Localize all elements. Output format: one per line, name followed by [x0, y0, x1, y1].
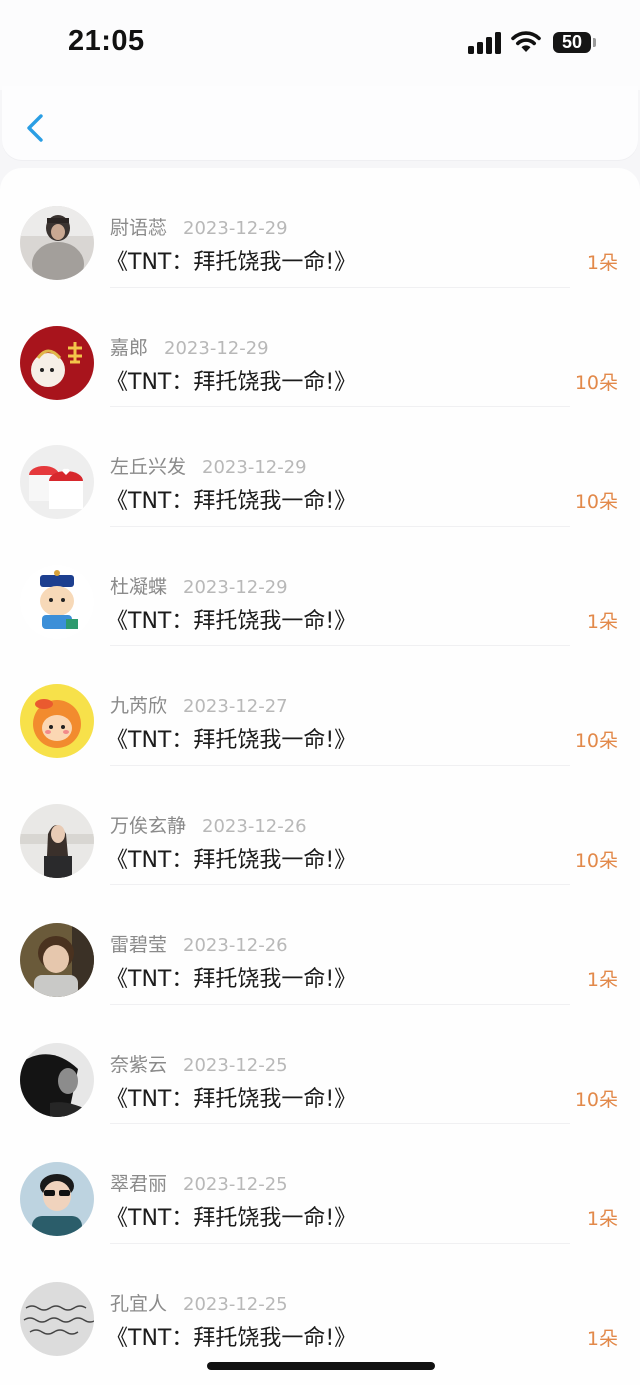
flower-count: 1朵	[586, 1208, 618, 1230]
gift-date: 2023-12-25	[183, 1293, 288, 1315]
book-title: 《TNT：拜托饶我一命!》	[106, 489, 357, 514]
list-item[interactable]: 奈紫云 2023-12-25 《TNT：拜托饶我一命!》 10朵	[0, 1005, 640, 1124]
avatar[interactable]	[20, 206, 94, 280]
book-title: 《TNT：拜托饶我一命!》	[106, 1325, 357, 1351]
battery-cap	[593, 38, 596, 47]
list-item[interactable]: 九芮欣 2023-12-27 《TNT：拜托饶我一命!》 10朵	[0, 646, 640, 766]
sender-name: 尉语蕊 2023-12-29	[110, 217, 288, 239]
status-bar: 21:05 50	[0, 0, 640, 90]
avatar[interactable]	[20, 1162, 94, 1236]
gift-date: 2023-12-26	[202, 815, 307, 837]
book-title: 《TNT：拜托饶我一命!》	[106, 1086, 357, 1112]
list-item[interactable]: 翠君丽 2023-12-25 《TNT：拜托饶我一命!》 1朵	[0, 1124, 640, 1244]
sender-name: 奈紫云 2023-12-25	[110, 1053, 288, 1076]
sender-name: 左丘兴发 2023-12-29	[110, 456, 307, 478]
gift-list: 尉语蕊 2023-12-29 《TNT：拜托饶我一命!》 1朵 嘉郎 2023-12…	[0, 168, 640, 1385]
sender-name: 嘉郎 2023-12-29	[110, 336, 269, 359]
gift-date: 2023-12-29	[202, 457, 307, 478]
flower-count: 10朵	[574, 371, 618, 394]
status-time: 21:05	[68, 25, 145, 57]
sender-name: 孔宜人 2023-12-25	[110, 1292, 288, 1315]
navigation-bar	[2, 86, 638, 160]
avatar[interactable]	[20, 1042, 94, 1117]
flower-count: 1朵	[586, 1327, 618, 1350]
sender-name: 翠君丽 2023-12-25	[110, 1173, 288, 1195]
book-title: 《TNT：拜托饶我一命!》	[106, 369, 357, 395]
sender-name: 雷碧莹 2023-12-26	[110, 934, 288, 956]
book-title: 《TNT：拜托饶我一命!》	[106, 608, 357, 634]
sender-name: 杜凝蝶 2023-12-29	[110, 575, 288, 598]
avatar[interactable]	[20, 923, 94, 997]
gift-date: 2023-12-25	[183, 1174, 288, 1195]
sender-name: 九芮欣 2023-12-27	[110, 695, 288, 717]
gift-date: 2023-12-26	[183, 935, 288, 956]
sender-name: 万俟玄静 2023-12-26	[110, 814, 307, 837]
list-item[interactable]: 尉语蕊 2023-12-29 《TNT：拜托饶我一命!》 1朵	[0, 168, 640, 288]
battery-level: 50	[553, 32, 591, 53]
flower-count: 10朵	[574, 1088, 618, 1111]
book-title: 《TNT：拜托饶我一命!》	[106, 250, 357, 275]
gift-date: 2023-12-29	[164, 337, 269, 359]
list-item[interactable]: 嘉郎 2023-12-29 《TNT：拜托饶我一命!》 10朵	[0, 288, 640, 407]
gift-date: 2023-12-29	[183, 576, 288, 598]
book-title: 《TNT：拜托饶我一命!》	[106, 728, 357, 753]
flower-count: 10朵	[574, 491, 618, 513]
list-item[interactable]: 雷碧莹 2023-12-26 《TNT：拜托饶我一命!》 1朵	[0, 885, 640, 1005]
book-title: 《TNT：拜托饶我一命!》	[106, 1206, 357, 1231]
gift-date: 2023-12-25	[183, 1054, 288, 1076]
avatar[interactable]	[20, 564, 94, 639]
wifi-icon	[511, 31, 541, 52]
avatar[interactable]	[20, 803, 94, 878]
list-item[interactable]: 杜凝蝶 2023-12-29 《TNT：拜托饶我一命!》 1朵	[0, 527, 640, 646]
flower-count: 10朵	[574, 849, 618, 872]
avatar[interactable]	[20, 445, 94, 519]
book-title: 《TNT：拜托饶我一命!》	[106, 847, 357, 873]
back-button[interactable]	[22, 108, 52, 148]
cellular-signal-icon	[468, 32, 501, 54]
flower-count: 1朵	[586, 252, 618, 274]
avatar[interactable]	[20, 1281, 94, 1356]
flower-count: 1朵	[586, 969, 618, 991]
avatar[interactable]	[20, 684, 94, 758]
gift-date: 2023-12-29	[183, 218, 288, 239]
list-item[interactable]: 左丘兴发 2023-12-29 《TNT：拜托饶我一命!》 10朵	[0, 407, 640, 527]
list-item[interactable]: 万俟玄静 2023-12-26 《TNT：拜托饶我一命!》 10朵	[0, 766, 640, 885]
book-title: 《TNT：拜托饶我一命!》	[106, 967, 357, 992]
chevron-left-icon	[27, 114, 43, 142]
list-item[interactable]: 孔宜人 2023-12-25 《TNT：拜托饶我一命!》 1朵	[0, 1244, 640, 1364]
flower-count: 1朵	[586, 610, 618, 633]
gift-date: 2023-12-27	[183, 696, 288, 717]
flower-count: 10朵	[574, 730, 618, 752]
avatar[interactable]	[20, 325, 94, 400]
home-indicator[interactable]	[207, 1362, 435, 1370]
